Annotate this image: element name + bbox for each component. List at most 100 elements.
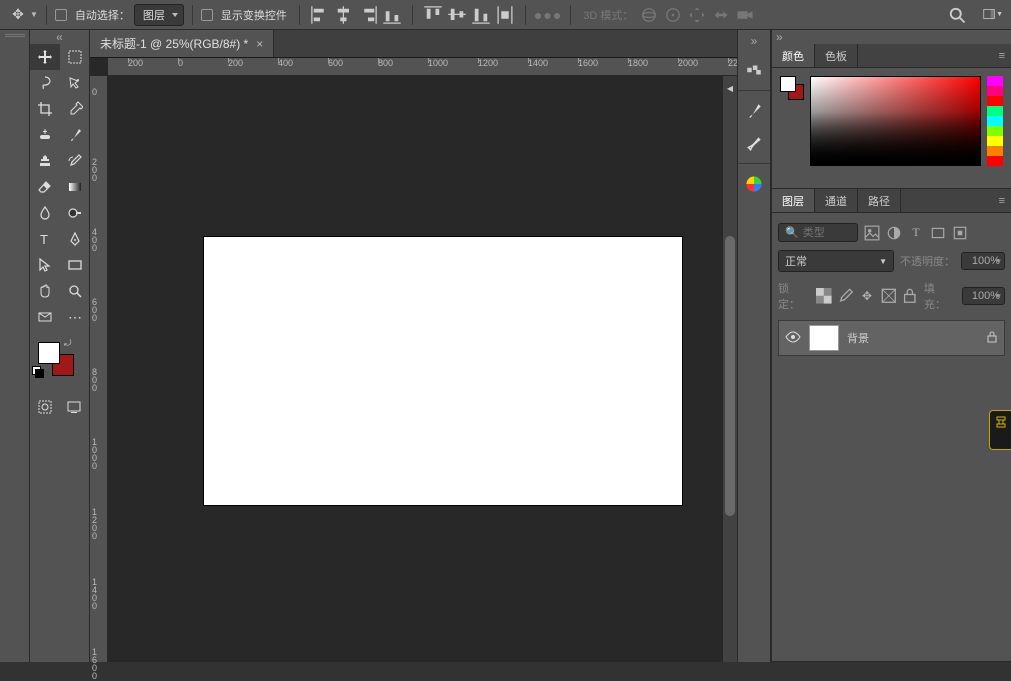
history-panel-icon[interactable] — [740, 56, 768, 84]
pen-tool[interactable] — [60, 226, 90, 252]
lock-paint-icon[interactable] — [838, 288, 854, 304]
align-top-edges-icon[interactable] — [423, 5, 443, 25]
opacity-value[interactable]: 100% — [961, 252, 1005, 270]
history-brush-tool[interactable] — [60, 148, 90, 174]
brush-tool[interactable] — [60, 122, 90, 148]
canvas[interactable] — [203, 236, 683, 506]
paths-tab[interactable]: 路径 — [858, 189, 901, 212]
more-tools-icon[interactable]: ⋯ — [60, 304, 90, 330]
default-colors-icon[interactable] — [32, 366, 42, 376]
filter-shape-icon[interactable] — [930, 225, 946, 241]
show-transform-label: 显示变换控件 — [221, 7, 287, 23]
document-tab[interactable]: 未标题-1 @ 25%(RGB/8#) * × — [90, 30, 274, 57]
toolbox: « T ⋯ ⤾ — [30, 30, 90, 662]
gradient-tool[interactable] — [60, 174, 90, 200]
type-tool[interactable]: T — [30, 226, 60, 252]
layer-locked-icon[interactable] — [986, 331, 998, 346]
path-select-tool[interactable] — [30, 252, 60, 278]
layers-tab[interactable]: 图层 — [772, 189, 815, 212]
layer-item-background[interactable]: 背景 — [778, 320, 1005, 356]
move-tool-indicator-icon[interactable]: ✥ — [8, 5, 28, 25]
foreground-background-swatch[interactable]: ⤾ — [30, 338, 90, 388]
blend-mode-dropdown[interactable]: 正常▼ — [778, 250, 894, 272]
quick-mask-mode[interactable] — [30, 394, 60, 420]
lock-artboard-icon[interactable] — [881, 288, 897, 304]
search-icon: 🔍 — [785, 226, 799, 239]
align-horizontal-centers-icon[interactable] — [334, 5, 354, 25]
lasso-tool[interactable] — [30, 70, 60, 96]
distribute-vertical-icon[interactable] — [495, 5, 515, 25]
fill-value[interactable]: 100% — [962, 287, 1005, 305]
dodge-tool[interactable] — [60, 200, 90, 226]
canvas-viewport[interactable]: ◀ — [108, 76, 737, 662]
vertical-scrollbar[interactable]: ◀ — [723, 76, 737, 662]
color-wheel-panel-icon[interactable] — [740, 170, 768, 198]
scrollbar-thumb[interactable] — [725, 236, 735, 516]
layer-name[interactable]: 背景 — [847, 330, 869, 346]
3d-orbit-icon[interactable] — [639, 5, 659, 25]
close-tab-icon[interactable]: × — [256, 37, 263, 51]
color-panel-menu-icon[interactable]: ≡ — [993, 44, 1011, 67]
foreground-color-swatch[interactable] — [38, 342, 60, 364]
swap-colors-icon[interactable]: ⤾ — [64, 338, 72, 349]
horizontal-ruler[interactable]: 2000200400600800100012001400160018002000… — [108, 58, 737, 76]
zoom-tool[interactable] — [60, 278, 90, 304]
align-left-edges-icon[interactable] — [310, 5, 330, 25]
marquee-tool[interactable] — [60, 44, 90, 70]
collapse-dock-icon[interactable]: » — [751, 34, 758, 48]
3d-camera-icon[interactable] — [735, 5, 755, 25]
3d-pan-icon[interactable] — [687, 5, 707, 25]
color-tab[interactable]: 颜色 — [772, 44, 815, 67]
quick-select-tool[interactable] — [60, 70, 90, 96]
visibility-toggle-icon[interactable] — [785, 331, 801, 346]
auto-select-checkbox[interactable] — [55, 9, 67, 21]
rectangle-tool[interactable] — [60, 252, 90, 278]
3d-slide-icon[interactable] — [711, 5, 731, 25]
healing-brush-tool[interactable] — [30, 122, 60, 148]
align-bottom-icon[interactable] — [382, 5, 402, 25]
layer-thumbnail[interactable] — [809, 325, 839, 351]
expand-panels-icon[interactable]: ◀ — [727, 84, 733, 93]
layers-panel-menu-icon[interactable]: ≡ — [993, 189, 1011, 212]
crop-tool[interactable] — [30, 96, 60, 122]
right-panel-stack: » 颜色 色板 ≡ 图层 通道 路径 ≡ — [771, 30, 1011, 662]
more-options-icon[interactable]: ●●● — [534, 7, 562, 23]
screen-mode[interactable] — [60, 394, 90, 420]
eyedropper-tool[interactable] — [60, 96, 90, 122]
channels-tab[interactable]: 通道 — [815, 189, 858, 212]
auto-select-target-dropdown[interactable]: 图层 — [134, 4, 184, 26]
lock-label: 锁定： — [778, 280, 810, 312]
brush-settings-panel-icon[interactable] — [740, 97, 768, 125]
filter-type-icon[interactable]: T — [908, 225, 924, 241]
color-fg-bg-swatch[interactable] — [780, 76, 804, 100]
lock-position-icon[interactable]: ✥ — [859, 288, 875, 304]
lock-all-icon[interactable] — [902, 288, 918, 304]
vertical-ruler[interactable]: 02004006008001000120014001600 — [90, 76, 108, 662]
show-transform-checkbox[interactable] — [201, 9, 213, 21]
workspace-switcher-icon[interactable]: ▼ — [983, 5, 1003, 25]
swatches-tab[interactable]: 色板 — [815, 44, 858, 67]
filter-adjust-icon[interactable] — [886, 225, 902, 241]
blur-tool[interactable] — [30, 200, 60, 226]
color-field[interactable] — [810, 76, 981, 166]
lock-transparency-icon[interactable] — [816, 288, 832, 304]
brush-panel-icon[interactable] — [740, 129, 768, 157]
eraser-tool[interactable] — [30, 174, 60, 200]
layer-filter-dropdown[interactable]: 🔍 — [778, 223, 858, 242]
align-right-edges-icon[interactable] — [358, 5, 378, 25]
layer-filter-input[interactable] — [803, 227, 851, 239]
hue-strip[interactable] — [987, 76, 1003, 166]
search-icon[interactable] — [947, 5, 967, 25]
hand-tool[interactable] — [30, 278, 60, 304]
3d-roll-icon[interactable] — [663, 5, 683, 25]
clone-stamp-tool[interactable] — [30, 148, 60, 174]
move-tool[interactable] — [30, 44, 60, 70]
align-bottom-edges-icon[interactable] — [471, 5, 491, 25]
toolbox-drag-handle[interactable] — [0, 30, 30, 662]
align-vertical-centers-icon[interactable] — [447, 5, 467, 25]
envelope-tool[interactable] — [30, 304, 60, 330]
auto-select-label: 自动选择： — [75, 7, 130, 23]
filter-image-icon[interactable] — [864, 225, 880, 241]
filter-smart-icon[interactable] — [952, 225, 968, 241]
floating-timer-widget[interactable] — [989, 410, 1011, 450]
